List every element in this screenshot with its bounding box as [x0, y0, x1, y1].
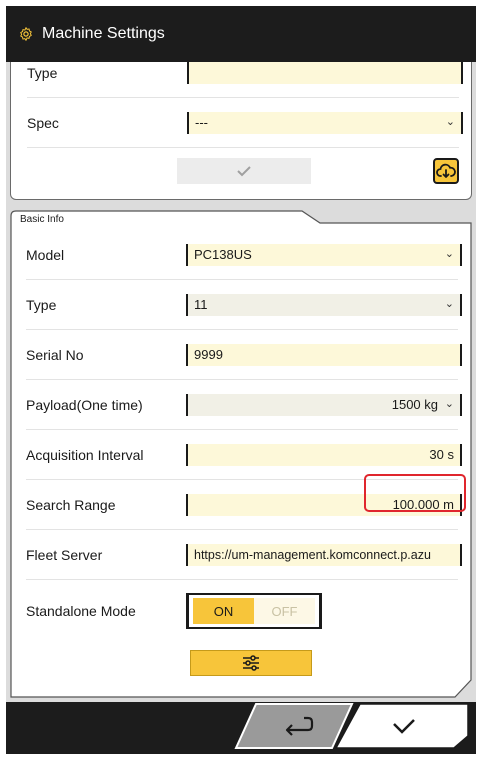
- type-row: Type 11 ⌄: [26, 280, 462, 330]
- type-label-partial: Type: [27, 64, 58, 81]
- page-title: Machine Settings: [42, 25, 165, 42]
- model-value: PC138US: [194, 247, 252, 262]
- payload-label: Payload(One time): [26, 396, 143, 413]
- sliders-icon: [243, 655, 259, 671]
- fleet-server-row: Fleet Server https://um-management.komco…: [26, 530, 462, 580]
- title-bar: Machine Settings: [6, 6, 476, 62]
- search-range-highlight: [364, 474, 466, 512]
- interval-row: Acquisition Interval 30 s: [26, 430, 462, 480]
- chevron-down-icon: ⌄: [444, 397, 454, 410]
- basic-info-tab-label: Basic Info: [20, 214, 64, 225]
- type-select-partial[interactable]: [187, 62, 463, 84]
- gear-icon: [20, 27, 32, 41]
- serial-row: Serial No 9999: [26, 330, 462, 380]
- interval-input[interactable]: 30 s: [186, 443, 462, 466]
- serial-input[interactable]: 9999: [186, 343, 462, 366]
- fleet-server-label: Fleet Server: [26, 546, 103, 563]
- search-range-label: Search Range: [26, 496, 116, 513]
- machine-panel: Type Spec --- ⌄: [10, 62, 472, 200]
- type-row-partial: Type: [27, 62, 463, 98]
- content-area: Type Spec --- ⌄ Basic Info Model PC138US…: [6, 62, 476, 702]
- check-icon: [237, 166, 251, 177]
- model-label: Model: [26, 246, 65, 263]
- fleet-server-input[interactable]: https://um-management.komconnect.p.azu: [186, 543, 462, 566]
- footer-buttons: [234, 703, 469, 749]
- spec-value: ---: [195, 115, 208, 130]
- standalone-toggle: ON OFF: [186, 593, 322, 629]
- payload-value: 1500 kg: [391, 397, 438, 412]
- chevron-down-icon: ⌄: [444, 247, 454, 260]
- payload-select[interactable]: 1500 kg ⌄: [186, 393, 462, 416]
- chevron-down-icon: ⌄: [445, 115, 455, 128]
- payload-row: Payload(One time) 1500 kg ⌄: [26, 380, 462, 430]
- cloud-download-icon: [436, 163, 456, 178]
- serial-label: Serial No: [26, 346, 84, 363]
- standalone-label: Standalone Mode: [26, 603, 136, 619]
- spec-select[interactable]: --- ⌄: [187, 111, 463, 134]
- advanced-settings-button[interactable]: [190, 650, 312, 676]
- interval-label: Acquisition Interval: [26, 446, 144, 463]
- standalone-on-button[interactable]: ON: [193, 598, 254, 624]
- download-button[interactable]: [433, 158, 459, 184]
- standalone-row: Standalone Mode ON OFF: [26, 586, 458, 636]
- spec-row: Spec --- ⌄: [27, 98, 463, 148]
- spec-label: Spec: [27, 114, 59, 131]
- serial-value: 9999: [194, 347, 223, 362]
- model-row: Model PC138US ⌄: [26, 230, 462, 280]
- back-button[interactable]: [234, 703, 354, 749]
- model-select[interactable]: PC138US ⌄: [186, 243, 462, 266]
- app-window: Machine Settings Type Spec --- ⌄ Basic I…: [6, 6, 476, 754]
- confirm-button[interactable]: [334, 703, 469, 749]
- type-value: 11: [194, 297, 208, 312]
- type-select[interactable]: 11 ⌄: [186, 293, 462, 316]
- fleet-server-value: https://um-management.komconnect.p.azu: [194, 547, 431, 562]
- interval-value: 30 s: [429, 447, 454, 462]
- standalone-off-button[interactable]: OFF: [254, 598, 315, 624]
- type-label: Type: [26, 296, 57, 313]
- apply-spec-button[interactable]: [177, 158, 311, 184]
- basic-info-panel: Basic Info Model PC138US ⌄ Type 11 ⌄ Ser…: [10, 210, 472, 698]
- chevron-down-icon: ⌄: [444, 297, 454, 310]
